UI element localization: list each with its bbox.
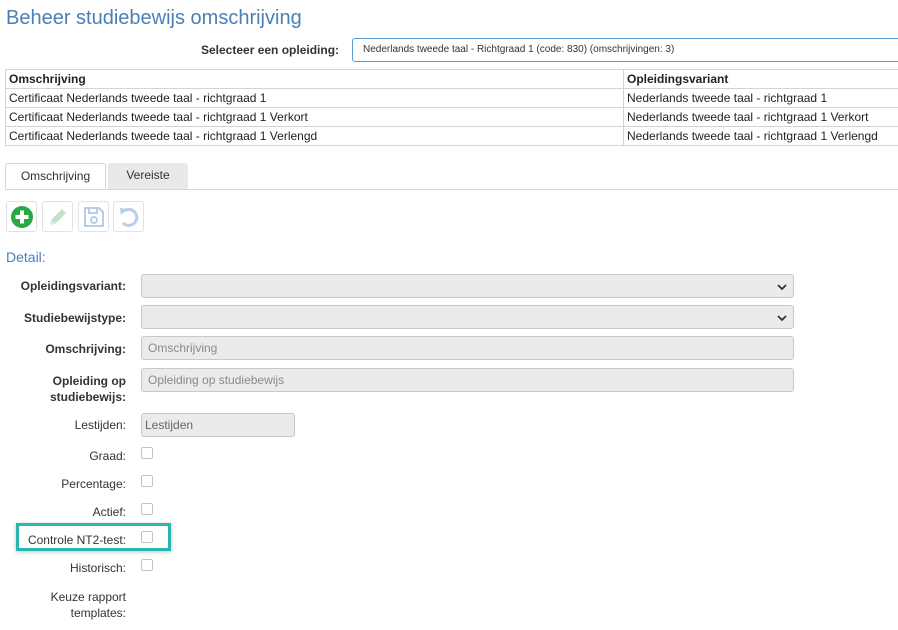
table-cell: Certificaat Nederlands tweede taal - ric… [5, 126, 624, 146]
graad-label: Graad: [89, 449, 126, 463]
edit-button[interactable] [42, 201, 73, 232]
table-row[interactable]: Certificaat Nederlands tweede taal - ric… [5, 88, 898, 108]
highlight-box [16, 523, 171, 551]
opleiding-select-label: Selecteer een opleiding: [201, 43, 340, 57]
opleiding-op-studiebewijs-field[interactable]: Opleiding op studiebewijs [141, 368, 794, 392]
opleidingsvariant-label: Opleidingsvariant: [20, 279, 126, 293]
add-icon [11, 206, 33, 228]
actief-checkbox[interactable] [141, 503, 153, 515]
column-header-opleidingsvariant[interactable]: Opleidingsvariant [623, 69, 898, 89]
opleiding-select[interactable]: Nederlands tweede taal - Richtgraad 1 (c… [352, 38, 898, 62]
actief-label: Actief: [92, 505, 126, 519]
graad-checkbox[interactable] [141, 447, 153, 459]
detail-heading: Detail: [6, 249, 46, 265]
opleiding-op-studiebewijs-label-line1: Opleiding op [52, 374, 126, 388]
detail-tabs: Omschrijving Vereiste [5, 163, 898, 190]
edit-icon [50, 209, 66, 225]
table-row[interactable]: Certificaat Nederlands tweede taal - ric… [5, 107, 898, 127]
omschrijving-label: Omschrijving: [45, 342, 126, 356]
table-cell: Certificaat Nederlands tweede taal - ric… [5, 107, 624, 127]
historisch-checkbox[interactable] [141, 559, 153, 571]
opleiding-op-studiebewijs-label-line2: studiebewijs: [49, 390, 126, 404]
chevron-down-icon [777, 284, 787, 291]
tab-omschrijving[interactable]: Omschrijving [5, 163, 106, 189]
percentage-label: Percentage: [61, 477, 126, 491]
opleidingsvariant-select[interactable] [141, 274, 794, 298]
lestijden-field[interactable]: Lestijden [141, 413, 295, 437]
studiebewijstype-select[interactable] [141, 305, 794, 329]
opleiding-op-studiebewijs-label: Opleiding op studiebewijs: [50, 373, 126, 405]
column-header-omschrijving[interactable]: Omschrijving [5, 69, 624, 89]
chevron-down-icon [777, 315, 787, 322]
opleiding-select-value: Nederlands tweede taal - Richtgraad 1 (c… [363, 44, 675, 55]
table-cell: Nederlands tweede taal - richtgraad 1 [623, 88, 898, 108]
save-button[interactable] [78, 201, 109, 232]
keuze-rapport-label-line2: templates: [70, 606, 126, 620]
omschrijving-table: Omschrijving Opleidingsvariant Certifica… [5, 69, 898, 146]
historisch-label: Historisch: [69, 561, 126, 575]
studiebewijstype-label: Studiebewijstype: [23, 311, 126, 325]
table-cell: Certificaat Nederlands tweede taal - ric… [5, 88, 624, 108]
undo-button[interactable] [113, 201, 144, 232]
omschrijving-field[interactable]: Omschrijving [141, 336, 794, 360]
table-header-row: Omschrijving Opleidingsvariant [5, 69, 898, 89]
table-cell: Nederlands tweede taal - richtgraad 1 Ve… [623, 107, 898, 127]
percentage-checkbox[interactable] [141, 475, 153, 487]
table-cell: Nederlands tweede taal - richtgraad 1 Ve… [623, 126, 898, 146]
lestijden-label: Lestijden: [74, 418, 126, 432]
page-title: Beheer studiebewijs omschrijving [6, 7, 302, 29]
table-row[interactable]: Certificaat Nederlands tweede taal - ric… [5, 126, 898, 146]
add-button[interactable] [6, 201, 37, 232]
keuze-rapport-label-line1: Keuze rapport [50, 590, 126, 604]
tab-vereiste[interactable]: Vereiste [108, 163, 188, 189]
save-icon [84, 207, 104, 227]
undo-icon [120, 207, 139, 227]
keuze-rapport-label: Keuze rapport templates: [51, 589, 126, 621]
